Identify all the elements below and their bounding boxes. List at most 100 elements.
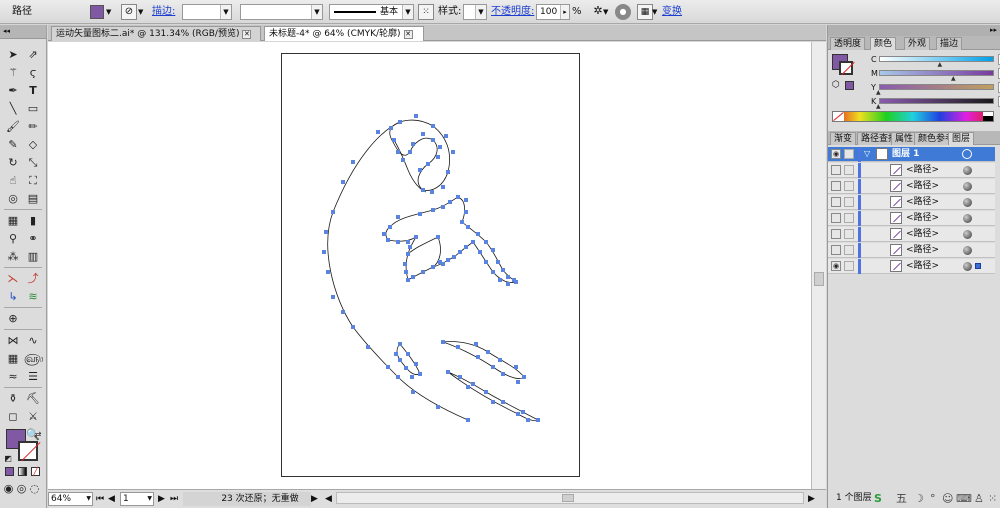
anchor-point[interactable] [491,248,495,252]
gradient-mode-icon[interactable] [18,467,27,476]
stroke-dropdown-icon[interactable]: ▼ [138,4,143,20]
anchor-point[interactable] [411,390,415,394]
tab-layers[interactable]: 图层 [948,132,975,145]
anchor-point[interactable] [444,134,448,138]
envelope-tool-icon[interactable]: ⋈ [4,333,22,349]
anchor-point[interactable] [501,268,505,272]
expand-icon[interactable]: ▽ [864,147,870,161]
artboard-number-dropdown[interactable]: 1 ▼ [120,492,154,506]
anchor-point[interactable] [506,275,510,279]
anchor-point[interactable] [451,150,455,154]
anchor-point[interactable] [466,225,470,229]
anchor-point[interactable] [431,138,435,142]
anchor-point[interactable] [322,250,326,254]
close-icon[interactable]: ✕ [403,30,413,39]
direct-selection-tool-icon[interactable]: ⇗ [24,47,42,63]
selection-tool-icon[interactable]: ➤ [4,47,22,63]
eraser-tool-icon[interactable]: ◇ [24,137,42,153]
smooth-tool-icon[interactable]: ≋ [24,289,42,305]
anchor-point[interactable] [501,372,505,376]
anchor-point[interactable] [408,245,412,249]
lock-toggle[interactable] [844,165,854,175]
anchor-point[interactable] [406,240,410,244]
anchor-point[interactable] [491,365,495,369]
wave-tool-icon[interactable]: ∿ [24,333,42,349]
style-dropdown[interactable]: ▼ [463,4,487,20]
pen-tool-icon[interactable]: ✒ [4,83,22,99]
visibility-toggle[interactable] [831,197,841,207]
opacity-link[interactable]: 不透明度: [491,4,534,20]
black-swatch[interactable] [983,116,993,121]
anchor-point[interactable] [418,212,422,216]
sublayer-row[interactable]: <路径> [828,211,995,226]
channel-slider-m[interactable]: M▲65.23% [871,68,1000,82]
horizontal-scrollbar[interactable] [336,492,804,504]
align-dropdown-icon[interactable]: ▼ [652,4,657,20]
layer-name[interactable]: 图层 1 [892,147,919,161]
anchor-point[interactable] [418,168,422,172]
align-icon[interactable]: ▦ [637,4,653,20]
layer-row[interactable]: ◉ ▽ 图层 1 [828,147,995,162]
lock-toggle[interactable] [844,149,854,159]
tab-appearance[interactable]: 外观 [904,37,931,50]
anchor-point[interactable] [438,260,442,264]
anchor-point[interactable] [351,160,355,164]
anchor-point[interactable] [478,250,482,254]
anchor-point[interactable] [366,345,370,349]
tab-transparency[interactable]: 透明度 [830,37,866,50]
anchor-point[interactable] [522,375,526,379]
anchor-point[interactable] [431,265,435,269]
anchor-point[interactable] [398,342,402,346]
stroke-color-box[interactable] [18,441,41,462]
anchor-point[interactable] [324,230,328,234]
anchor-point[interactable] [446,258,450,262]
none-mode-icon[interactable]: ╱ [31,467,40,476]
anchor-point[interactable] [401,158,405,162]
anchor-point[interactable] [464,245,468,249]
anchor-point[interactable] [431,208,435,212]
transform-link[interactable]: 变换 [662,4,682,20]
anchor-point[interactable] [476,232,480,236]
out-of-gamut-icon[interactable]: ⬡ [832,80,840,90]
anchor-point[interactable] [516,412,520,416]
anchor-point[interactable] [341,310,345,314]
shape-builder-tool-icon[interactable]: ◎ [4,191,22,207]
anchor-point[interactable] [406,252,410,256]
anchor-point[interactable] [411,142,415,146]
anchor-point[interactable] [431,124,435,128]
mesh-tool-icon[interactable]: ▦ [4,351,22,367]
visibility-toggle[interactable] [831,245,841,255]
rectangle-tool-icon[interactable]: ▭ [24,101,42,117]
visibility-toggle[interactable] [831,181,841,191]
anchor-point[interactable] [341,180,345,184]
anchor-point[interactable] [396,150,400,154]
target-icon[interactable] [962,149,972,159]
anchor-point[interactable] [410,375,414,379]
anchor-point[interactable] [404,366,408,370]
anchor-point[interactable] [458,250,462,254]
blob-brush-tool-icon[interactable]: ✎ [4,137,22,153]
anchor-point[interactable] [516,380,520,384]
lock-toggle[interactable] [844,245,854,255]
symbol-sprayer-tool-icon[interactable]: ⁂ [4,249,22,265]
width-tool-icon[interactable]: ⋋ [4,271,22,287]
anchor-point[interactable] [382,232,386,236]
input-method-icon[interactable]: S [874,491,882,507]
perspective-grid-tool-icon[interactable]: ▦ [4,213,22,229]
anchor-point[interactable] [394,352,398,356]
anchor-point[interactable] [396,375,400,379]
lock-toggle[interactable] [844,229,854,239]
anchor-point[interactable] [484,240,488,244]
none-swatch[interactable] [833,111,844,122]
list-tool-icon[interactable]: ☰ [24,369,42,385]
anchor-point[interactable] [501,400,505,404]
anchor-point[interactable] [464,198,468,202]
channel-gradient-bar[interactable] [879,70,994,76]
anchor-point[interactable] [331,210,335,214]
crosshair-tool-icon[interactable]: ⊕ [4,311,22,327]
previous-artboard-icon[interactable]: ◀ [108,492,115,506]
anchor-point[interactable] [464,210,468,214]
anchor-point[interactable] [498,278,502,282]
anchor-point[interactable] [414,235,418,239]
anchor-point[interactable] [426,162,430,166]
